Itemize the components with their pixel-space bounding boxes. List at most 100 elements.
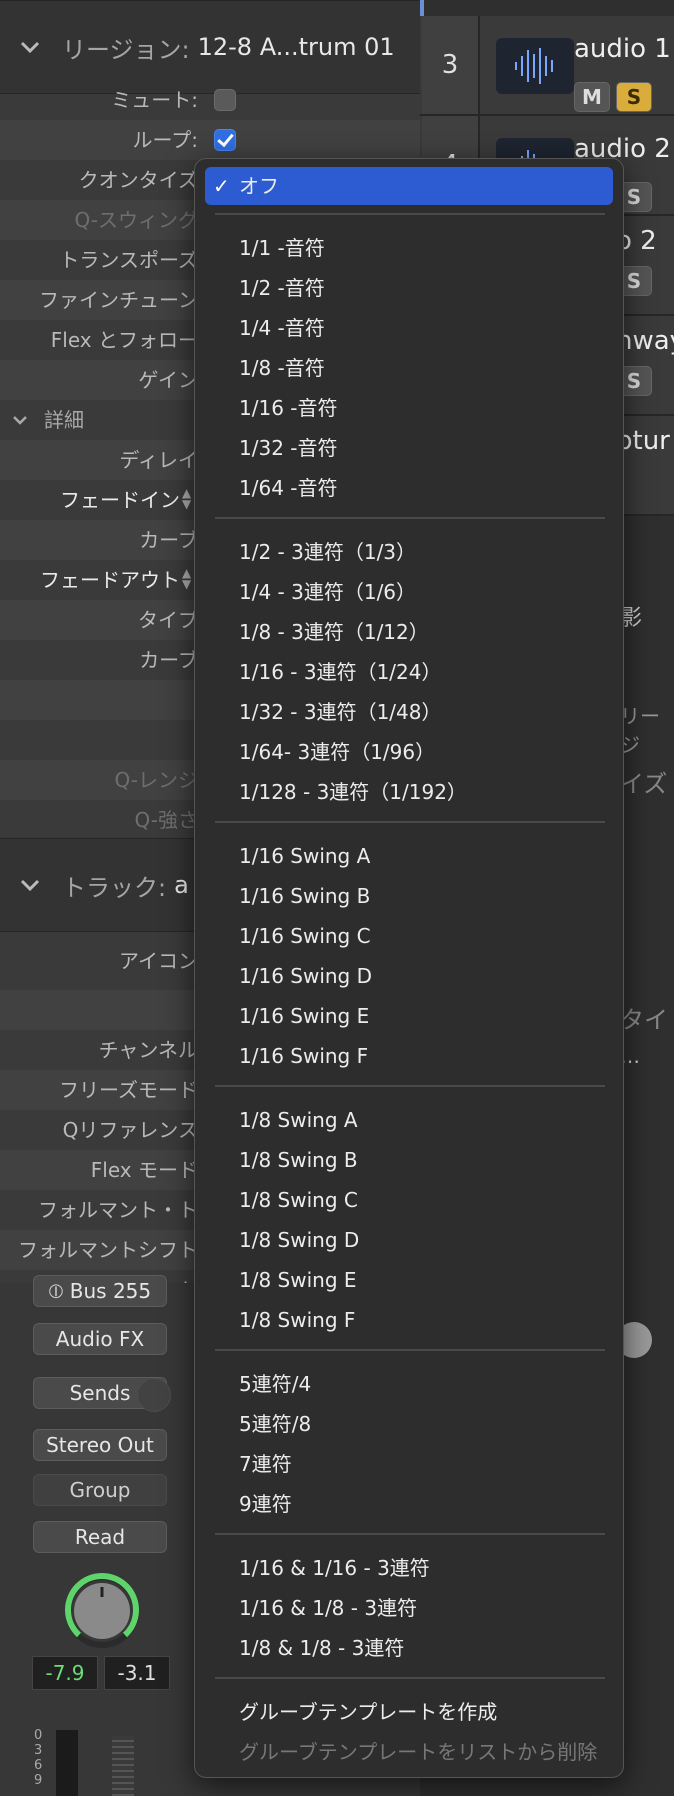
menu-item[interactable]: 1/16 & 1/16 - 3連符 [195,1549,623,1587]
menu-item[interactable]: 1/16 Swing D [195,957,623,995]
field-label: Flex とフォロー [50,328,198,352]
volume-readout[interactable]: -7.9 [32,1656,98,1690]
menu-item[interactable]: 1/8 - 3連符（1/12） [195,613,623,651]
group-button[interactable]: Group [33,1474,167,1506]
menu-item[interactable]: 1/8 Swing A [195,1101,623,1139]
volume-fader-track[interactable] [112,1736,134,1796]
menu-item[interactable]: 1/32 - 3連符（1/48） [195,693,623,731]
menu-item-label: 1/2 - 3連符（1/3） [239,540,417,564]
track-row[interactable]: 3 audio 1 M S [420,16,674,116]
chevron-down-icon [13,416,27,425]
automation-mode-button[interactable]: Read [33,1521,167,1553]
menu-item-label: 1/8 Swing F [239,1308,356,1332]
menu-item-label: 7連符 [239,1452,292,1476]
menu-item-label: 1/16 Swing A [239,844,371,868]
menu-item[interactable]: 1/64 -音符 [195,469,623,507]
waveform-icon [496,38,574,94]
menu-item[interactable]: 1/16 - 3連符（1/24） [195,653,623,691]
field-label: チャンネル [98,1038,198,1062]
menu-item[interactable]: 5連符/8 [195,1405,623,1443]
output-button[interactable]: Stereo Out [33,1429,167,1461]
menu-item[interactable]: 1/16 Swing E [195,997,623,1035]
menu-item[interactable]: 1/16 Swing B [195,877,623,915]
track-name: a [174,871,189,899]
solo-button[interactable]: S [616,82,652,112]
menu-item[interactable]: 1/16 -音符 [195,389,623,427]
menu-item[interactable]: 1/1 -音符 [195,229,623,267]
menu-item[interactable]: 1/8 Swing C [195,1181,623,1219]
menu-item-label: オフ [239,174,279,198]
menu-item[interactable]: 1/128 - 3連符（1/192） [195,773,623,811]
menu-item-label: 5連符/8 [239,1412,312,1436]
menu-item[interactable]: 1/64- 3連符（1/96） [195,733,623,771]
menu-item[interactable]: 1/16 Swing F [195,1037,623,1075]
menu-item[interactable]: 1/16 & 1/8 - 3連符 [195,1589,623,1627]
menu-item-remove-groove-disabled: グルーブテンプレートをリストから削除 [195,1733,623,1771]
menu-item-label: 1/16 & 1/8 - 3連符 [239,1596,418,1620]
menu-item[interactable]: 1/16 Swing C [195,917,623,955]
menu-item-label: 1/16 Swing E [239,1004,370,1028]
mute-button[interactable]: M [574,82,610,112]
field-label: アイコン [119,949,198,973]
menu-item[interactable]: 1/32 -音符 [195,429,623,467]
chevron-down-icon [20,41,40,54]
field-label: ディレイ [119,448,198,472]
menu-item-label: 1/32 - 3連符（1/48） [239,700,442,724]
checkmark-icon: ✓ [213,174,230,198]
field-label: トランスポーズ [59,248,198,272]
region-title: リージョン: [62,35,190,64]
mute-checkbox[interactable] [214,89,236,111]
menu-item[interactable]: 1/8 & 1/8 - 3連符 [195,1629,623,1667]
menu-item[interactable]: 9連符 [195,1485,623,1523]
field-label: ファインチューン [39,288,198,312]
menu-item-label: 1/16 Swing C [239,924,371,948]
stepper-arrows-icon[interactable]: ▲ ▼ [182,567,194,592]
menu-item-label: 1/8 -音符 [239,356,325,380]
menu-item[interactable]: 5連符/4 [195,1365,623,1403]
menu-item-label: 1/16 - 3連符（1/24） [239,660,442,684]
menu-item-label: 1/128 - 3連符（1/192） [239,780,467,804]
menu-item[interactable]: 1/2 - 3連符（1/3） [195,533,623,571]
level-meter [56,1730,78,1796]
menu-item-label: 1/8 Swing E [239,1268,357,1292]
field-label: フォルマント・ト [38,1198,198,1222]
menu-item[interactable]: 1/2 -音符 [195,269,623,307]
loop-checkbox[interactable] [214,129,236,151]
menu-item[interactable]: 7連符 [195,1445,623,1483]
field-label: Flex モード [90,1158,198,1182]
menu-item[interactable]: グルーブテンプレートを作成 [195,1693,623,1731]
input-icon: ⦶ [48,1279,70,1303]
field-label: クオンタイズ [78,168,198,192]
menu-item[interactable]: 1/4 -音符 [195,309,623,347]
meter-tick-label: 9 [34,1773,43,1788]
send-knob[interactable] [137,1378,171,1412]
menu-item-label: 1/2 -音符 [239,276,325,300]
region-name: 12-8 A...trum 01 [197,33,395,61]
region-field-row: ミュート: [0,80,420,120]
region-field-row: ループ: [0,120,420,160]
quantize-popup-menu: ✓ オフ 1/1 -音符 1/2 -音符 1/4 -音符 1/8 -音符 1/16 -音符 1… [194,158,624,1778]
input-bus-button[interactable]: ⦶ Bus 255 [33,1275,167,1307]
audio-fx-button[interactable]: Audio FX [33,1323,167,1355]
menu-item[interactable]: 1/4 - 3連符（1/6） [195,573,623,611]
field-label: Q-強さ [134,808,198,832]
menu-item[interactable]: 1/8 Swing D [195,1221,623,1259]
field-label: Q-レンジ [114,768,198,792]
menu-item-label: 1/16 -音符 [239,396,338,420]
menu-separator [215,1349,605,1351]
field-label: タイプ [138,608,198,632]
field-label: フリーズモード [59,1078,198,1102]
menu-item[interactable]: 1/8 -音符 [195,349,623,387]
menu-item-label: グルーブテンプレートを作成 [239,1700,498,1724]
menu-item-off-selected[interactable]: ✓ オフ [205,167,613,205]
menu-item[interactable]: 1/8 Swing B [195,1141,623,1179]
pan-knob[interactable] [62,1571,142,1651]
stepper-arrows-icon[interactable]: ▲ ▼ [182,487,194,512]
menu-item[interactable]: 1/16 Swing A [195,837,623,875]
menu-item[interactable]: 1/8 Swing E [195,1261,623,1299]
field-label: カーブ [139,648,198,672]
menu-item[interactable]: 1/8 Swing F [195,1301,623,1339]
menu-item-label: 1/16 Swing D [239,964,373,988]
menu-separator [215,213,605,215]
pan-readout[interactable]: -3.1 [104,1656,170,1690]
